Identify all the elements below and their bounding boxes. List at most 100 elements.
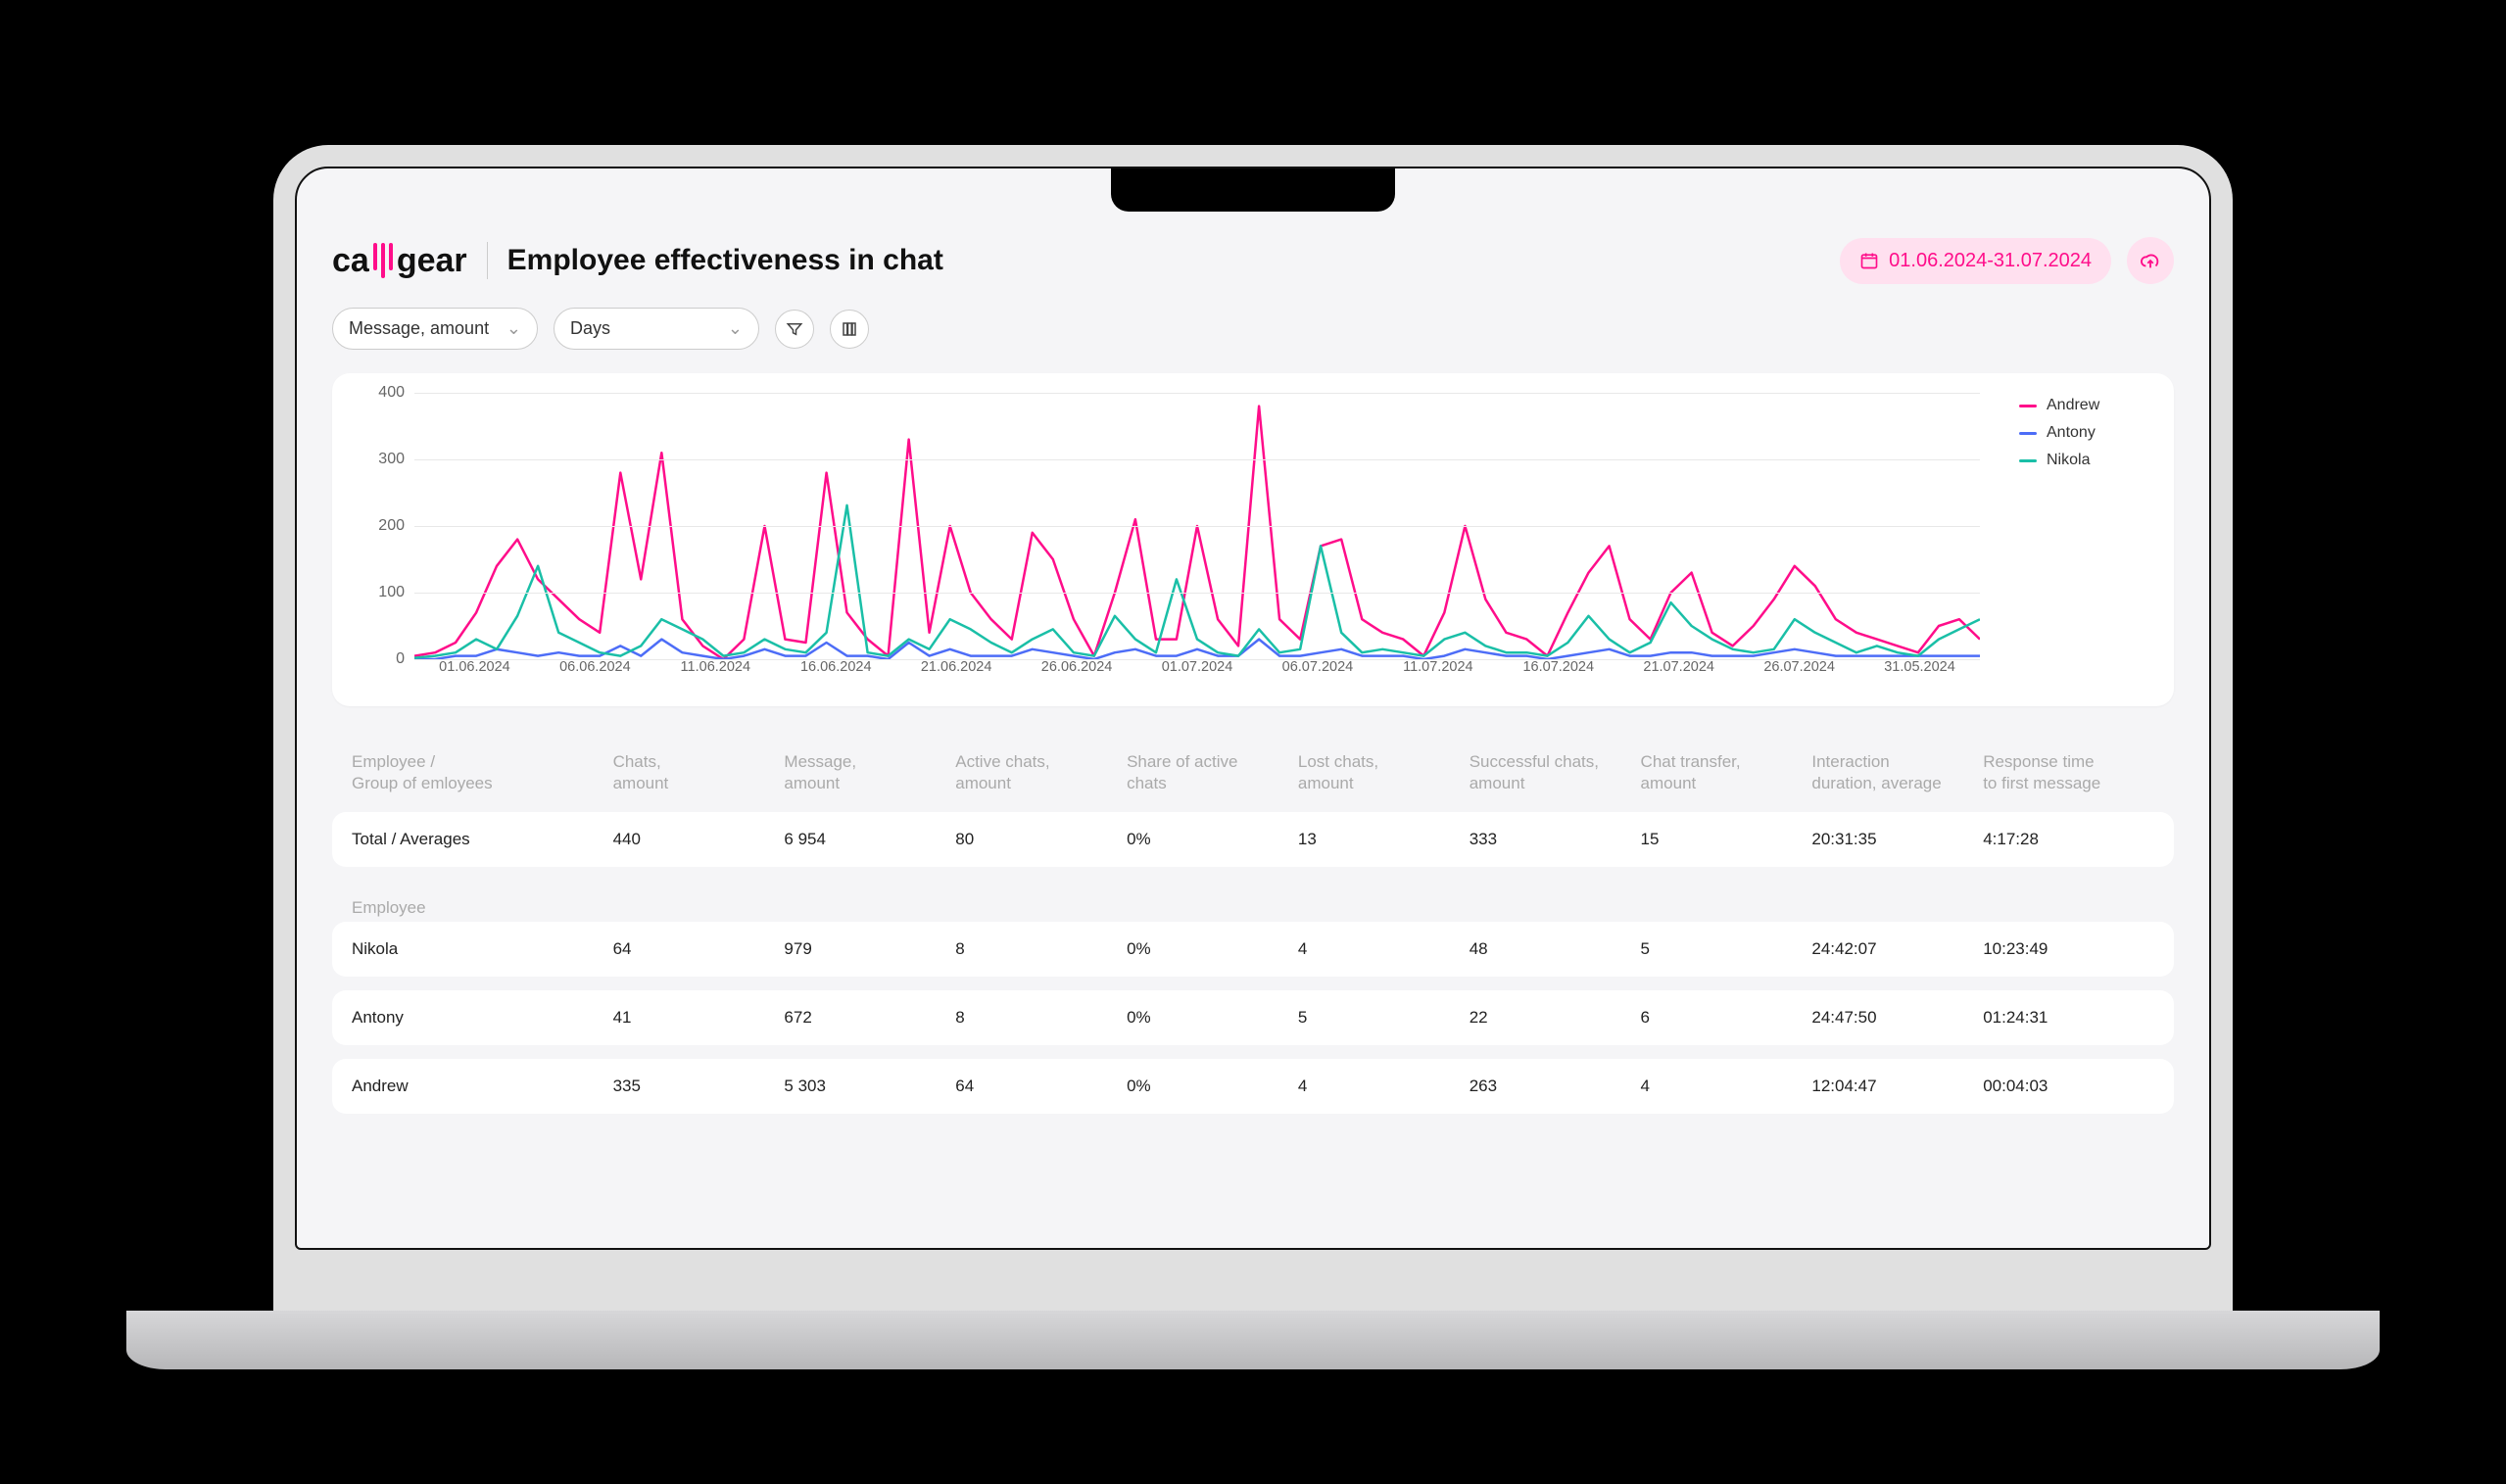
cell: 333 xyxy=(1470,830,1641,849)
column-header: Share of activechats xyxy=(1127,751,1298,794)
cell: 00:04:03 xyxy=(1983,1077,2154,1096)
column-header: Successful chats,amount xyxy=(1470,751,1641,794)
column-header: Response timeto first message xyxy=(1983,751,2154,794)
row-name: Andrew xyxy=(352,1077,613,1096)
period-select-label: Days xyxy=(570,318,610,339)
cell: 22 xyxy=(1470,1008,1641,1028)
row-name: Antony xyxy=(352,1008,613,1028)
filter-bar: Message, amount ⌄ Days ⌄ xyxy=(326,308,2180,373)
calendar-icon xyxy=(1859,251,1879,270)
chevron-down-icon: ⌄ xyxy=(728,318,743,339)
column-header: Employee /Group of emloyees xyxy=(352,751,613,794)
legend-swatch xyxy=(2019,432,2037,435)
legend-swatch xyxy=(2019,459,2037,462)
date-range-picker[interactable]: 01.06.2024-31.07.2024 xyxy=(1840,238,2111,284)
legend-label: Nikola xyxy=(2047,452,2090,469)
legend-item[interactable]: Nikola xyxy=(2019,452,2146,469)
column-header: Chats,amount xyxy=(613,751,785,794)
y-tick: 100 xyxy=(378,584,405,601)
cell: 10:23:49 xyxy=(1983,939,2154,959)
chart-legend: Andrew Antony Nikola xyxy=(2019,393,2146,687)
cell: 979 xyxy=(784,939,955,959)
columns-icon xyxy=(841,320,858,338)
table-header-row: Employee /Group of emloyeesChats,amountM… xyxy=(332,734,2174,812)
cell: 6 954 xyxy=(784,830,955,849)
chart-series xyxy=(414,407,1980,659)
cell: 20:31:35 xyxy=(1811,830,1983,849)
cell: 4:17:28 xyxy=(1983,830,2154,849)
x-tick: 06.07.2024 xyxy=(1257,659,1377,687)
table-row[interactable]: Andrew3355 303640%4263412:04:4700:04:03 xyxy=(332,1059,2174,1114)
period-select[interactable]: Days ⌄ xyxy=(554,308,759,350)
filter-button[interactable] xyxy=(775,310,814,349)
x-tick: 11.06.2024 xyxy=(655,659,776,687)
cell: 24:47:50 xyxy=(1811,1008,1983,1028)
cell: 48 xyxy=(1470,939,1641,959)
table-section-label: Employee xyxy=(352,898,426,918)
upload-cloud-icon xyxy=(2140,250,2161,271)
cell: 335 xyxy=(613,1077,785,1096)
y-tick: 200 xyxy=(378,517,405,535)
metric-select-label: Message, amount xyxy=(349,318,489,339)
x-tick: 11.07.2024 xyxy=(1377,659,1498,687)
y-tick: 0 xyxy=(396,650,405,668)
legend-swatch xyxy=(2019,405,2037,407)
chart-series xyxy=(414,640,1980,659)
chevron-down-icon: ⌄ xyxy=(506,318,521,339)
table-row[interactable]: Nikola6497980%448524:42:0710:23:49 xyxy=(332,922,2174,977)
column-header: Message,amount xyxy=(784,751,955,794)
data-table: Employee /Group of emloyeesChats,amountM… xyxy=(326,734,2180,1114)
x-tick: 16.06.2024 xyxy=(776,659,896,687)
metric-select[interactable]: Message, amount ⌄ xyxy=(332,308,538,350)
cell: 6 xyxy=(1641,1008,1812,1028)
legend-label: Antony xyxy=(2047,424,2096,442)
cell: 0% xyxy=(1127,1008,1298,1028)
column-header: Chat transfer,amount xyxy=(1641,751,1812,794)
chart-area: 0100200300400 01.06.202406.06.202411.06.… xyxy=(360,393,1980,687)
cell: 5 xyxy=(1298,1008,1470,1028)
column-header: Lost chats,amount xyxy=(1298,751,1470,794)
x-tick: 26.07.2024 xyxy=(1739,659,1859,687)
cell: 0% xyxy=(1127,1077,1298,1096)
cell: 4 xyxy=(1298,939,1470,959)
chart-card: 0100200300400 01.06.202406.06.202411.06.… xyxy=(332,373,2174,706)
x-tick: 21.07.2024 xyxy=(1618,659,1739,687)
x-tick: 01.06.2024 xyxy=(414,659,535,687)
column-header: Interactionduration, average xyxy=(1811,751,1983,794)
legend-item[interactable]: Andrew xyxy=(2019,397,2146,414)
cell: 4 xyxy=(1641,1077,1812,1096)
cell: 5 303 xyxy=(784,1077,955,1096)
brand-logo: ca gear xyxy=(332,242,467,280)
header: ca gear Employee effectiveness in chat 0… xyxy=(326,237,2180,308)
legend-item[interactable]: Antony xyxy=(2019,424,2146,442)
cell: 672 xyxy=(784,1008,955,1028)
cell: 01:24:31 xyxy=(1983,1008,2154,1028)
x-tick: 06.06.2024 xyxy=(535,659,655,687)
laptop-base xyxy=(126,1311,2380,1369)
cell: 8 xyxy=(955,939,1127,959)
brand-right: gear xyxy=(397,242,467,280)
funnel-icon xyxy=(786,320,803,338)
columns-button[interactable] xyxy=(830,310,869,349)
app-screen: ca gear Employee effectiveness in chat 0… xyxy=(295,167,2211,1250)
cell: 0% xyxy=(1127,830,1298,849)
x-tick: 31.05.2024 xyxy=(1859,659,1980,687)
cell: 64 xyxy=(613,939,785,959)
cell: 263 xyxy=(1470,1077,1641,1096)
brand-left: ca xyxy=(332,242,369,280)
table-row[interactable]: Antony4167280%522624:47:5001:24:31 xyxy=(332,990,2174,1045)
legend-label: Andrew xyxy=(2047,397,2099,414)
export-button[interactable] xyxy=(2127,237,2174,284)
cell: 80 xyxy=(955,830,1127,849)
cell: 8 xyxy=(955,1008,1127,1028)
cell: 440 xyxy=(613,830,785,849)
cell: 12:04:47 xyxy=(1811,1077,1983,1096)
cell: 41 xyxy=(613,1008,785,1028)
cell: 4 xyxy=(1298,1077,1470,1096)
cell: 0% xyxy=(1127,939,1298,959)
y-tick: 300 xyxy=(378,451,405,468)
row-name: Total / Averages xyxy=(352,830,613,849)
brand-mark-icon xyxy=(371,243,395,278)
date-range-label: 01.06.2024-31.07.2024 xyxy=(1889,250,2092,272)
cell: 24:42:07 xyxy=(1811,939,1983,959)
